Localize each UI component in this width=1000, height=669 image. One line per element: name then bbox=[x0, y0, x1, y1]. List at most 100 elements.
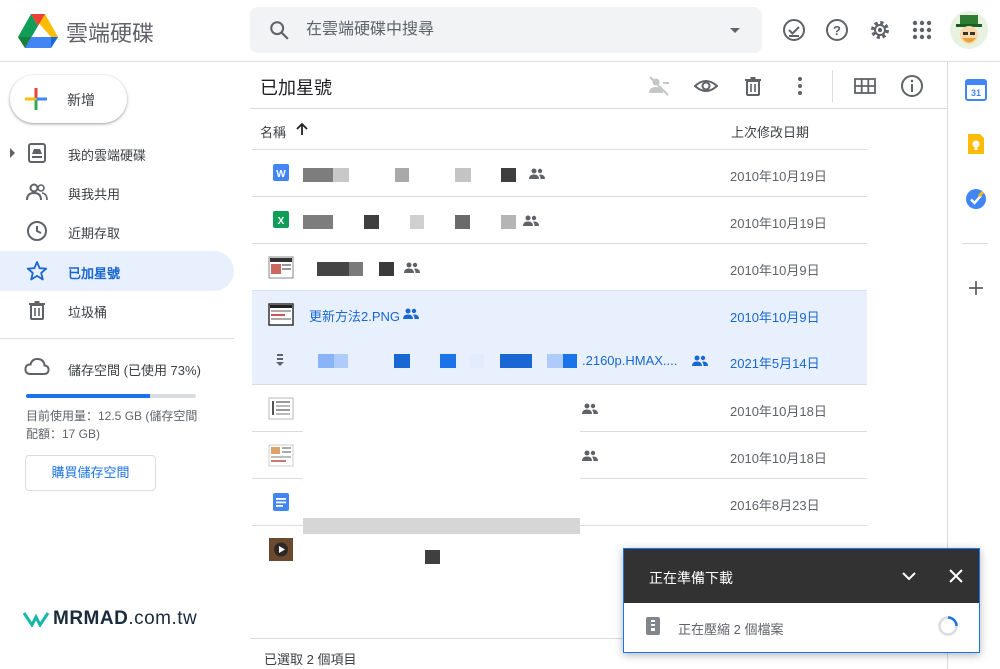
shared-people-icon bbox=[582, 403, 598, 414]
column-header-modified[interactable]: 上次修改日期 bbox=[731, 122, 809, 141]
redacted-block bbox=[547, 354, 563, 368]
excel-file-icon: X bbox=[273, 211, 289, 228]
redacted-block bbox=[303, 215, 333, 229]
toolbar-divider bbox=[250, 108, 947, 109]
app-title[interactable]: 雲端硬碟 bbox=[66, 16, 154, 48]
offline-status-icon[interactable] bbox=[781, 17, 807, 43]
image-thumbnail-icon bbox=[268, 256, 294, 279]
download-panel: 正在準備下載 正在壓縮 2 個檔案 bbox=[623, 548, 980, 653]
file-name: 更新方法2.PNG bbox=[309, 309, 401, 324]
watermark-brand: MRMAD bbox=[53, 608, 129, 629]
loading-spinner-icon bbox=[938, 616, 958, 636]
nav-item-starred[interactable]: 已加星號 bbox=[0, 251, 234, 291]
chevron-down-icon[interactable] bbox=[899, 566, 919, 586]
search-bar[interactable] bbox=[250, 7, 762, 53]
redacted-block bbox=[395, 168, 409, 182]
new-button[interactable]: 新增 bbox=[10, 75, 127, 123]
nav-item-my-drive[interactable]: 我的雲端硬碟 bbox=[0, 133, 234, 173]
download-panel-header: 正在準備下載 bbox=[624, 549, 979, 603]
help-icon[interactable]: ? bbox=[824, 17, 850, 43]
redacted-block bbox=[440, 354, 456, 368]
delete-trash-icon[interactable] bbox=[741, 74, 765, 98]
svg-text:X: X bbox=[278, 216, 285, 227]
plus-icon bbox=[25, 88, 47, 110]
watermark: MRMAD.com.tw bbox=[23, 608, 198, 630]
watermark-suffix: .com.tw bbox=[128, 608, 198, 629]
trash-icon bbox=[29, 301, 45, 320]
redaction-overlay bbox=[303, 518, 580, 534]
shared-people-icon bbox=[523, 215, 539, 226]
file-row[interactable]: W 2010年10月19日 bbox=[252, 149, 867, 196]
column-header-name[interactable]: 名稱 bbox=[260, 122, 286, 141]
shared-people-icon bbox=[692, 355, 708, 366]
buy-storage-button[interactable]: 購買儲存空間 bbox=[25, 455, 156, 491]
grid-view-icon[interactable] bbox=[853, 74, 877, 98]
nav-item-label: 近期存取 bbox=[68, 226, 121, 241]
nav-item-label: 已加星號 bbox=[68, 266, 121, 281]
star-icon bbox=[26, 261, 48, 281]
archive-file-icon bbox=[276, 354, 284, 366]
side-panel-divider bbox=[962, 243, 988, 244]
file-row[interactable]: X 2010年10月19日 bbox=[252, 196, 867, 243]
add-addon-plus-icon[interactable] bbox=[964, 276, 988, 300]
redacted-block bbox=[455, 215, 470, 229]
file-row[interactable]: 2010年10月9日 bbox=[252, 243, 867, 290]
storage-label[interactable]: 儲存空間 (已使用 73%) bbox=[68, 360, 201, 379]
tasks-icon[interactable] bbox=[964, 187, 988, 211]
drive-logo-icon[interactable] bbox=[18, 12, 58, 48]
video-thumbnail-icon bbox=[269, 538, 293, 561]
account-avatar[interactable] bbox=[950, 11, 988, 49]
sort-ascending-arrow-icon[interactable] bbox=[294, 121, 310, 137]
details-info-icon[interactable] bbox=[900, 74, 924, 98]
redacted-block bbox=[501, 215, 516, 229]
redacted-block bbox=[394, 354, 410, 368]
search-input[interactable] bbox=[306, 7, 706, 53]
redacted-block bbox=[318, 354, 334, 368]
storage-usage-bar bbox=[26, 394, 196, 398]
file-modified-date: 2010年10月18日 bbox=[730, 404, 827, 419]
shared-people-icon bbox=[403, 308, 419, 319]
file-modified-date: 2010年10月18日 bbox=[730, 451, 827, 466]
apps-grid-icon[interactable] bbox=[909, 17, 935, 43]
redacted-block bbox=[379, 262, 394, 276]
search-icon[interactable] bbox=[268, 19, 290, 41]
svg-text:W: W bbox=[276, 169, 286, 180]
more-actions-icon[interactable] bbox=[788, 74, 812, 98]
preview-eye-icon[interactable] bbox=[694, 74, 718, 98]
settings-gear-icon[interactable] bbox=[867, 17, 893, 43]
redacted-block bbox=[317, 262, 349, 276]
redaction-overlay bbox=[303, 392, 580, 518]
my-drive-icon bbox=[28, 143, 46, 163]
svg-text:31: 31 bbox=[971, 88, 981, 98]
file-modified-date: 2010年10月9日 bbox=[730, 263, 820, 278]
keep-notes-icon[interactable] bbox=[964, 132, 988, 156]
nav-item-trash[interactable]: 垃圾桶 bbox=[0, 290, 234, 330]
nav-item-label: 垃圾桶 bbox=[68, 305, 108, 320]
search-options-icon[interactable] bbox=[726, 21, 744, 39]
image-thumbnail-icon bbox=[268, 397, 294, 420]
svg-text:?: ? bbox=[833, 23, 841, 38]
nav-divider bbox=[0, 338, 234, 339]
expand-arrow-icon[interactable] bbox=[10, 148, 15, 158]
redacted-block bbox=[501, 168, 516, 182]
nav-item-recent[interactable]: 近期存取 bbox=[0, 211, 234, 251]
new-button-label: 新增 bbox=[67, 92, 95, 108]
redacted-block bbox=[563, 354, 577, 368]
image-thumbnail-icon bbox=[268, 444, 294, 467]
file-row-selected[interactable]: 更新方法2.PNG 2010年10月9日 bbox=[252, 290, 867, 337]
toolbar-separator bbox=[832, 70, 833, 102]
redacted-block bbox=[425, 550, 440, 564]
nav-item-shared-with-me[interactable]: 與我共用 bbox=[0, 172, 234, 212]
redacted-block bbox=[455, 168, 471, 182]
page-title: 已加星號 bbox=[260, 78, 332, 98]
selection-status: 已選取 2 個項目 bbox=[264, 652, 357, 667]
archive-file-icon bbox=[646, 617, 660, 635]
redacted-block bbox=[364, 215, 379, 229]
remove-sharing-icon[interactable] bbox=[647, 74, 671, 98]
file-row-selected[interactable]: .2160p.HMAX.... 2021年5月14日 bbox=[252, 337, 867, 384]
image-thumbnail-icon bbox=[268, 303, 294, 326]
clock-icon bbox=[27, 221, 47, 241]
shared-with-me-icon bbox=[26, 183, 48, 201]
calendar-icon[interactable]: 31 bbox=[964, 78, 988, 102]
close-icon[interactable] bbox=[946, 566, 966, 586]
